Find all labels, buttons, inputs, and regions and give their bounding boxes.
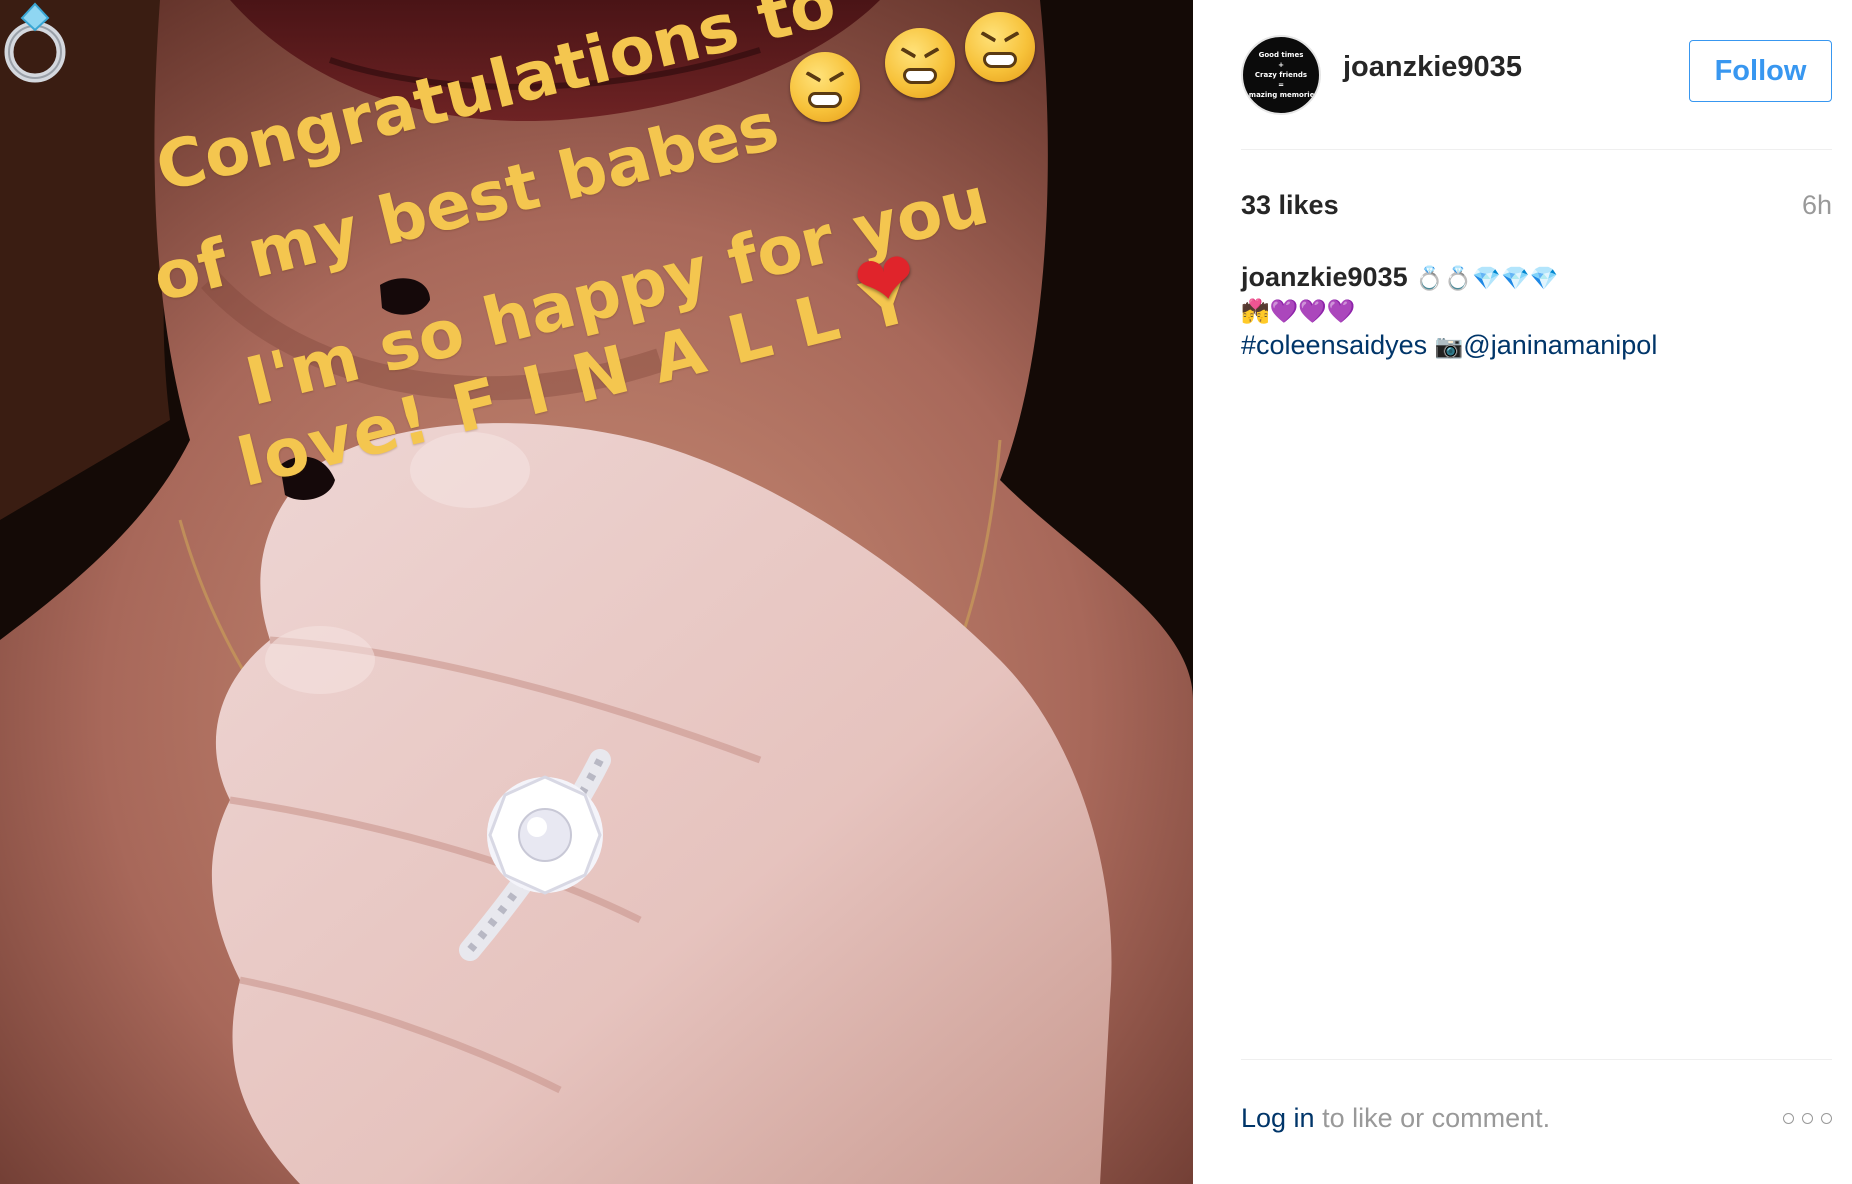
post-sidebar: Good times + Crazy friends = Amazing mem… [1193,0,1852,1184]
more-dot [1821,1112,1832,1124]
tired-face-emoji [965,12,1035,82]
comment-emoji: 💍💍💎💎💎 [1415,266,1559,292]
emoji-mouth [808,92,842,108]
avatar-text: + [1278,60,1284,69]
login-prompt-text: to like or comment. [1314,1102,1551,1133]
avatar-text: = [1278,80,1284,89]
emoji-mouth [903,68,937,84]
instagram-post: Congratulations to of my best babes I'm … [0,0,1852,1184]
camera-icon: 📷 [1434,334,1464,360]
comment-line: #coleensaidyes 📷@janinamanipol [1241,329,1832,364]
post-header: Good times + Crazy friends = Amazing mem… [1241,0,1832,150]
post-footer: Log in to like or comment. [1241,1059,1832,1184]
login-link[interactable]: Log in [1241,1103,1315,1133]
post-photo[interactable]: Congratulations to of my best babes I'm … [0,0,1193,1184]
tired-face-emoji [885,28,955,98]
caption-comment: joanzkie9035 💍💍💎💎💎 💏💜💜💜 #coleensaidyes 📷… [1241,261,1832,364]
post-timestamp[interactable]: 6h [1802,190,1832,221]
more-options-icon[interactable] [1783,1112,1832,1124]
comment-line: joanzkie9035 💍💍💎💎💎 [1241,261,1832,296]
hashtag-link[interactable]: #coleensaidyes [1241,330,1427,360]
follow-button[interactable]: Follow [1689,40,1832,102]
likes-count[interactable]: 33 likes [1241,190,1339,221]
post-stats: 33 likes 6h [1241,190,1832,221]
emoji-mouth [983,52,1017,68]
tired-face-emoji [790,52,860,122]
more-dot [1802,1112,1813,1124]
avatar-text: Good times [1258,50,1304,59]
ring-emoji [4,2,66,83]
login-prompt: Log in to like or comment. [1241,1103,1550,1134]
heart-emoji: ❤ [848,233,923,327]
avatar[interactable]: Good times + Crazy friends = Amazing mem… [1241,34,1321,115]
mention-link[interactable]: @janinamanipol [1463,330,1657,360]
more-dot [1783,1112,1794,1124]
comment-author-link[interactable]: joanzkie9035 [1241,262,1408,292]
comment-emoji: 💏💜💜💜 [1241,299,1356,325]
avatar-text: Amazing memories [1243,90,1319,99]
username-link[interactable]: joanzkie9035 [1343,51,1522,84]
avatar-text: Crazy friends [1254,70,1308,79]
